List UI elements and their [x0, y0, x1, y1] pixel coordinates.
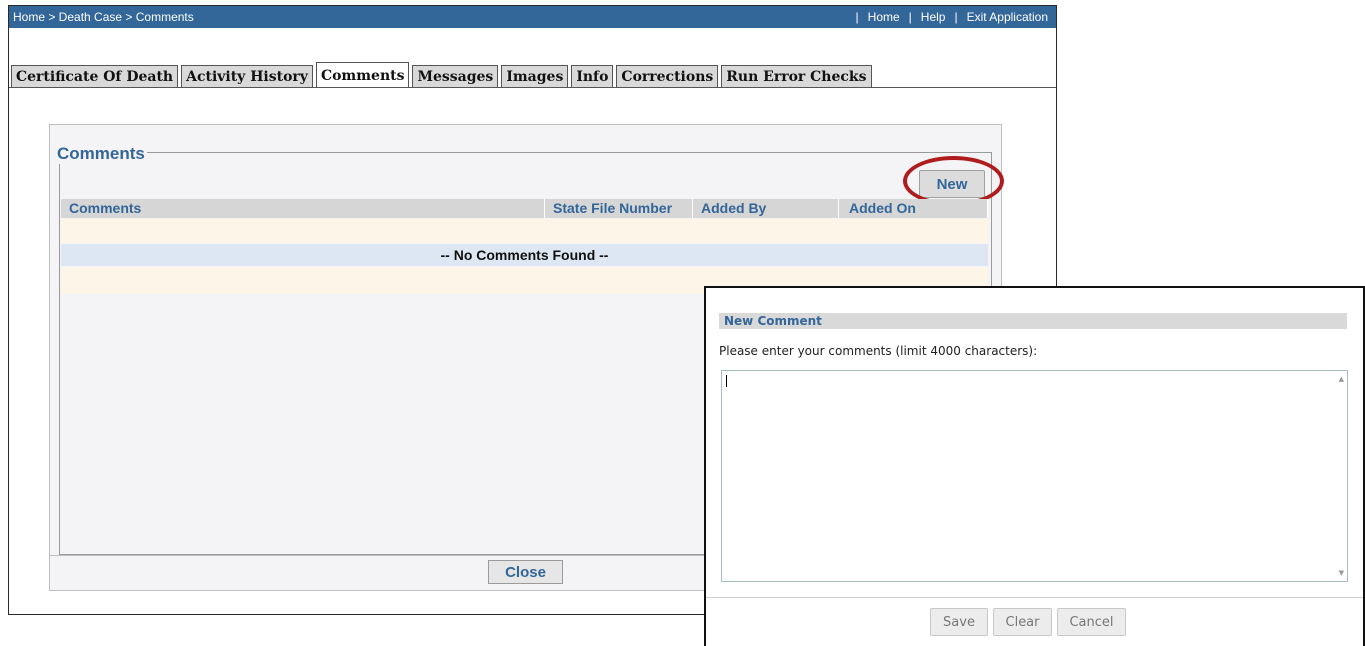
help-link[interactable]: Help — [921, 10, 946, 24]
table-row — [61, 219, 988, 243]
column-header-added-by[interactable]: Added By — [693, 199, 839, 218]
link-separator: | — [954, 10, 958, 24]
tab-comments[interactable]: Comments — [315, 62, 410, 87]
tab-bar: Certificate Of Death Activity History Co… — [11, 62, 872, 87]
home-link[interactable]: Home — [868, 10, 900, 24]
exit-application-link[interactable]: Exit Application — [967, 10, 1048, 24]
dialog-footer-divider — [706, 597, 1363, 598]
column-header-state-file-number[interactable]: State File Number — [545, 199, 693, 218]
tab-divider — [9, 87, 1056, 88]
comments-table-header: Comments State File Number Added By Adde… — [61, 199, 988, 218]
column-header-added-on[interactable]: Added On — [839, 199, 988, 218]
top-links: | Home | Help | Exit Application — [847, 10, 1048, 24]
scroll-down-arrow-icon[interactable]: ▼ — [1339, 569, 1344, 577]
tab-info[interactable]: Info — [571, 65, 614, 87]
column-header-comments[interactable]: Comments — [61, 199, 545, 218]
empty-table-message: -- No Comments Found -- — [61, 244, 988, 266]
comment-instruction-label: Please enter your comments (limit 4000 c… — [719, 344, 1038, 358]
text-caret — [726, 375, 727, 387]
comments-legend: Comments — [55, 144, 147, 164]
dialog-title: New Comment — [719, 313, 1347, 329]
link-separator: | — [855, 10, 859, 24]
tab-messages[interactable]: Messages — [412, 65, 499, 87]
cancel-button[interactable]: Cancel — [1057, 608, 1126, 636]
tab-run-error-checks[interactable]: Run Error Checks — [721, 65, 872, 87]
clear-button[interactable]: Clear — [993, 608, 1052, 636]
scroll-up-arrow-icon[interactable]: ▲ — [1339, 375, 1344, 383]
comment-textarea[interactable]: ▲ ▼ — [721, 370, 1348, 582]
textarea-scrollbar[interactable]: ▲ ▼ — [1333, 371, 1347, 581]
link-separator: | — [908, 10, 912, 24]
save-button[interactable]: Save — [930, 608, 988, 636]
close-button[interactable]: Close — [488, 560, 563, 584]
top-bar: Home > Death Case > Comments | Home | He… — [9, 6, 1056, 28]
new-comment-dialog: New Comment Please enter your comments (… — [704, 286, 1365, 646]
breadcrumb: Home > Death Case > Comments — [13, 10, 194, 24]
tab-images[interactable]: Images — [501, 65, 569, 87]
tab-certificate-of-death[interactable]: Certificate Of Death — [11, 65, 179, 87]
tab-activity-history[interactable]: Activity History — [181, 65, 313, 87]
tab-corrections[interactable]: Corrections — [616, 65, 719, 87]
